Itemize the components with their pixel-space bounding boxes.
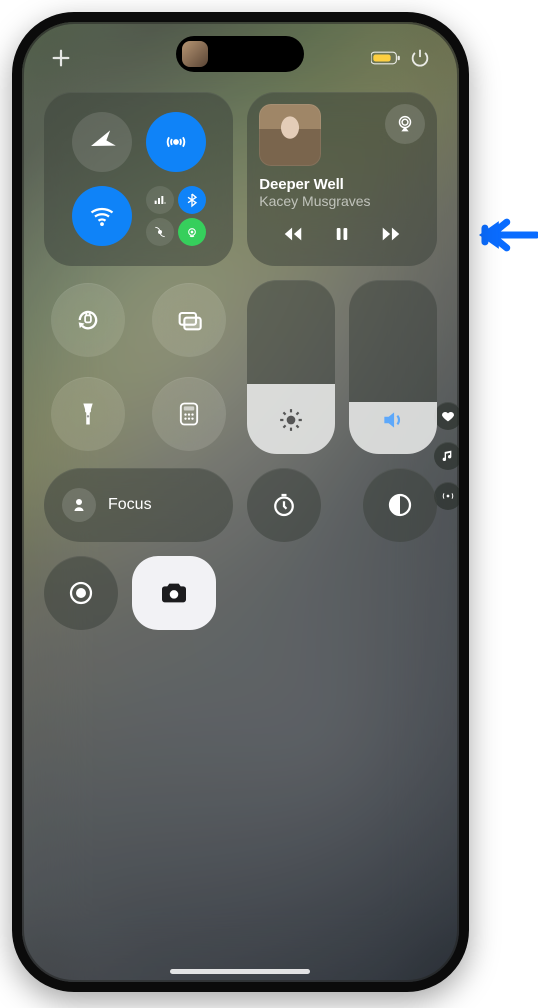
calculator-button[interactable] <box>152 377 226 451</box>
cellular-toggle[interactable] <box>146 186 174 214</box>
iphone-frame: Deeper Well Kacey Musgraves <box>12 12 469 992</box>
add-control-button[interactable] <box>46 43 76 73</box>
next-track-button[interactable] <box>379 223 403 250</box>
power-button[interactable] <box>405 43 435 73</box>
camera-button[interactable] <box>132 556 216 630</box>
connectivity-group[interactable] <box>44 92 233 266</box>
dark-mode-button[interactable] <box>363 468 437 542</box>
now-playing-meta: Deeper Well Kacey Musgraves <box>259 176 424 209</box>
record-camera-row <box>44 556 233 630</box>
bluetooth-toggle[interactable] <box>178 186 206 214</box>
satellite-toggle[interactable] <box>146 218 174 246</box>
slider-group <box>247 280 436 454</box>
focus-icon <box>62 488 96 522</box>
timer-button[interactable] <box>247 468 321 542</box>
album-art <box>259 104 321 166</box>
status-bar <box>22 38 459 78</box>
status-right <box>371 43 435 73</box>
volume-slider[interactable] <box>349 280 437 454</box>
brightness-icon <box>278 407 304 438</box>
hotspot-toggle[interactable] <box>178 218 206 246</box>
home-indicator[interactable] <box>170 969 310 974</box>
control-center: Deeper Well Kacey Musgraves <box>22 22 459 982</box>
now-playing-tile[interactable]: Deeper Well Kacey Musgraves <box>247 92 436 266</box>
right-controls-row <box>247 468 436 542</box>
flashlight-button[interactable] <box>51 377 125 451</box>
focus-button[interactable]: Focus <box>44 468 233 542</box>
airplay-button[interactable] <box>385 104 425 144</box>
airdrop-toggle[interactable] <box>146 112 206 172</box>
connectivity-subgroup[interactable] <box>146 186 206 246</box>
track-artist: Kacey Musgraves <box>259 193 424 209</box>
wifi-toggle[interactable] <box>72 186 132 246</box>
volume-icon <box>380 407 406 438</box>
focus-label: Focus <box>108 496 152 514</box>
brightness-slider[interactable] <box>247 280 335 454</box>
track-title: Deeper Well <box>259 176 424 193</box>
utility-group <box>44 280 233 454</box>
previous-track-button[interactable] <box>281 223 305 250</box>
play-pause-button[interactable] <box>333 223 351 250</box>
rotation-lock-button[interactable] <box>51 283 125 357</box>
screen-record-button[interactable] <box>44 556 118 630</box>
airplane-mode-toggle[interactable] <box>72 112 132 172</box>
callout-arrow-icon <box>477 214 538 256</box>
screen-mirroring-button[interactable] <box>152 283 226 357</box>
